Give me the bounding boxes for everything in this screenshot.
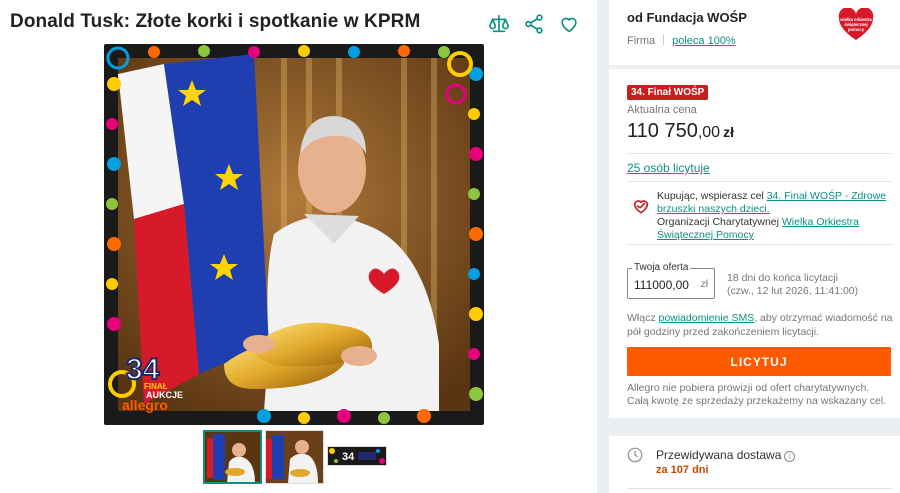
charity-prefix: Kupując, wspierasz cel [657,190,767,202]
svg-text:34: 34 [342,451,355,463]
thumbnail-strip: 34 [203,430,387,484]
offer-box: 34. Finał WOŚP Aktualna cena 110 750,00 z… [609,69,900,418]
current-price: 110 750,00 zł [627,120,734,143]
svg-text:pomocy: pomocy [848,27,865,32]
thumbnail-3[interactable]: 34 [327,446,387,466]
divider [627,153,892,154]
seller-type: Firma [627,35,656,47]
price-decimal: ,00 [697,124,721,141]
product-actions [488,13,580,35]
bid-amount-input[interactable] [634,278,694,292]
charity-text: Kupując, wspierasz cel 34. Finał WOŚP - … [657,190,893,242]
bid-button[interactable]: LICYTUJ [627,347,891,376]
logo-brand: allegro [122,397,168,413]
offer-sidebar: od Fundacja WOŚP Firma poleca 100% wielka… [609,0,900,493]
seller-name[interactable]: od Fundacja WOŚP [627,10,747,25]
clock-icon [626,446,644,464]
sms-notification-text: Włącz powiadomienie SMS, aby otrzymać wi… [627,311,895,339]
page: Donald Tusk: Złote korki i spotkanie w K… [0,0,900,493]
share-icon[interactable] [523,13,545,35]
delivery-days: za 107 dni [656,464,709,476]
divider [627,244,892,245]
bidders-link[interactable]: 25 osób licytuje [627,161,710,175]
bid-unit: zł [700,279,708,290]
charity-heart-icon [631,196,651,216]
scales-icon[interactable] [488,13,510,35]
bid-field-label: Twoja oferta [632,262,691,273]
main-product-image[interactable]: 34 FINAŁ AUKCJE allegro [104,44,484,425]
price-whole: 110 750 [627,120,698,142]
meta-divider [663,34,665,45]
price-currency: zł [723,124,734,140]
product-gallery-panel: Donald Tusk: Złote korki i spotkanie w K… [0,0,597,493]
bid-amount-field[interactable]: Twoja oferta zł [627,262,715,299]
sms-notification-link[interactable]: powiadomienie SMS [659,312,755,324]
sms-prefix: Włącz [627,312,659,324]
delivery-label: Przewidywana dostawa i [656,448,796,462]
charity-org-prefix: Organizacji Charytatywnej [657,216,782,228]
divider [627,488,892,489]
divider [627,181,892,182]
seller-rating-link[interactable]: poleca 100% [672,35,736,47]
info-icon[interactable]: i [784,451,796,462]
heart-icon[interactable] [558,13,580,35]
thumbnail-1[interactable] [203,430,262,484]
thumbnail-2[interactable] [265,430,324,484]
delivery-label-text: Przewidywana dostawa [656,448,782,462]
seller-logo[interactable]: wielka orkiestra świątecznej pomocy [838,7,874,47]
product-title: Donald Tusk: Złote korki i spotkanie w K… [10,11,421,32]
delivery-box: Przewidywana dostawa i za 107 dni [609,436,900,493]
seller-meta: Firma poleca 100% [627,34,736,47]
fee-note: Allegro nie pobiera prowizji od ofert ch… [627,382,887,407]
auction-end-info: 18 dni do końca licytacji (czw., 12 lut … [727,272,858,298]
auction-days-left: 18 dni do końca licytacji [727,272,838,284]
price-label: Aktualna cena [627,104,697,116]
auction-end-date: (czw., 12 lut 2026, 11:41:00) [727,285,859,297]
seller-box: od Fundacja WOŚP Firma poleca 100% wielka… [609,0,900,65]
event-badge: 34. Finał WOŚP [627,85,709,100]
